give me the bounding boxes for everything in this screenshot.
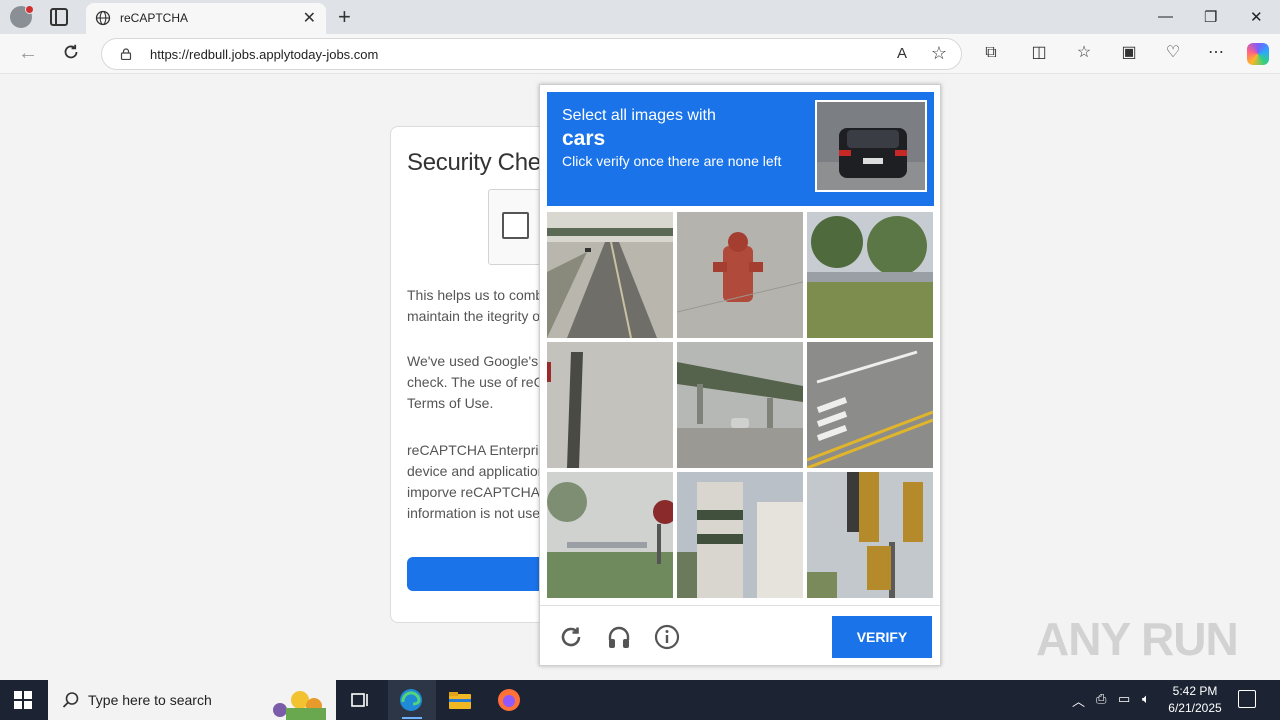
performance-icon[interactable]: ♡ <box>1164 44 1182 62</box>
globe-icon <box>95 10 111 26</box>
windows-start-icon[interactable] <box>14 691 32 709</box>
favorites-icon[interactable]: ☆ <box>1075 44 1093 62</box>
new-tab-button[interactable]: + <box>338 4 351 30</box>
recaptcha-checkbox[interactable] <box>502 212 529 239</box>
search-placeholder: Type here to search <box>88 692 212 708</box>
anyrun-watermark: ANY RUN <box>1036 613 1239 665</box>
audio-challenge-icon[interactable] <box>606 624 632 650</box>
lock-icon[interactable] <box>120 48 132 60</box>
tile-traffic-lights[interactable] <box>807 472 933 598</box>
more-options-icon[interactable]: ⋯ <box>1207 44 1225 62</box>
page-title: Security Chec <box>407 149 553 176</box>
title-bar: reCAPTCHA ✕ + — ❐ ✕ <box>0 0 1280 34</box>
tile-pole[interactable] <box>547 342 673 468</box>
tile-building[interactable] <box>677 472 803 598</box>
favorite-star-icon[interactable]: ☆ <box>931 43 947 64</box>
reload-icon[interactable] <box>62 43 80 61</box>
clock-date: 6/21/2025 <box>1168 701 1222 715</box>
challenge-footer: VERIFY <box>540 605 940 665</box>
clock-time: 5:42 PM <box>1172 684 1218 698</box>
restore-icon[interactable]: ❐ <box>1204 8 1217 26</box>
tile-highway-overpass[interactable] <box>547 212 673 338</box>
extensions-icon[interactable]: ⧉ <box>982 44 1000 62</box>
read-aloud-icon[interactable]: A <box>897 45 907 62</box>
close-tab-icon[interactable]: ✕ <box>303 8 316 28</box>
minimize-icon[interactable]: — <box>1158 8 1173 25</box>
sample-car-image <box>815 100 927 192</box>
edge-icon <box>400 689 422 711</box>
firefox-icon[interactable] <box>497 688 521 712</box>
taskbar-search[interactable]: Type here to search <box>48 680 336 720</box>
edge-taskbar-button[interactable] <box>388 680 436 720</box>
recaptcha-challenge: Select all images with cars Click verify… <box>539 84 941 666</box>
notifications-icon[interactable] <box>1238 690 1256 708</box>
close-window-icon[interactable]: ✕ <box>1250 8 1263 26</box>
tile-crosswalk[interactable] <box>807 342 933 468</box>
tab-recaptcha[interactable]: reCAPTCHA ✕ <box>86 3 326 34</box>
search-icon <box>62 692 79 708</box>
tile-overpass-car[interactable] <box>677 342 803 468</box>
collections-icon[interactable]: ▣ <box>1120 44 1138 62</box>
file-explorer-icon[interactable] <box>448 688 472 712</box>
info-icon[interactable] <box>654 624 680 650</box>
tile-palm-trees-sign[interactable] <box>547 472 673 598</box>
challenge-subtext: Click verify once there are none left <box>562 153 782 169</box>
clock[interactable]: 5:42 PM 6/21/2025 <box>1160 683 1230 717</box>
challenge-image-grid <box>547 212 934 599</box>
profile-avatar-icon[interactable] <box>10 5 34 28</box>
task-view-icon[interactable] <box>348 688 372 712</box>
reload-challenge-icon[interactable] <box>558 624 584 650</box>
tray-overflow-icon[interactable]: ︿ <box>1072 691 1085 710</box>
tab-title: reCAPTCHA <box>120 11 189 25</box>
address-bar[interactable]: https://redbull.jobs.applytoday-jobs.com… <box>101 38 962 70</box>
tray-device-icon[interactable]: ⎙ <box>1096 691 1106 707</box>
challenge-instruction: Select all images with <box>562 107 716 124</box>
challenge-target: cars <box>562 127 606 150</box>
tab-actions-icon[interactable] <box>50 8 68 26</box>
back-icon[interactable]: ← <box>18 42 38 65</box>
search-highlight-art <box>273 691 326 720</box>
copilot-icon[interactable] <box>1247 43 1269 65</box>
url-text[interactable]: https://redbull.jobs.applytoday-jobs.com <box>150 47 378 62</box>
tile-fire-hydrant[interactable] <box>677 212 803 338</box>
split-screen-icon[interactable]: ◫ <box>1030 44 1048 62</box>
verify-button[interactable]: VERIFY <box>832 616 932 658</box>
network-icon[interactable]: ▭ <box>1118 691 1130 707</box>
volume-icon[interactable]: 🔈︎ <box>1142 691 1150 707</box>
browser-toolbar: ← https://redbull.jobs.applytoday-jobs.c… <box>0 34 1280 74</box>
challenge-header: Select all images with cars Click verify… <box>547 92 934 206</box>
taskbar: Type here to search ︿ ⎙ ▭ 🔈︎ 5:42 PM 6/2… <box>0 680 1280 720</box>
tile-trees-grass[interactable] <box>807 212 933 338</box>
